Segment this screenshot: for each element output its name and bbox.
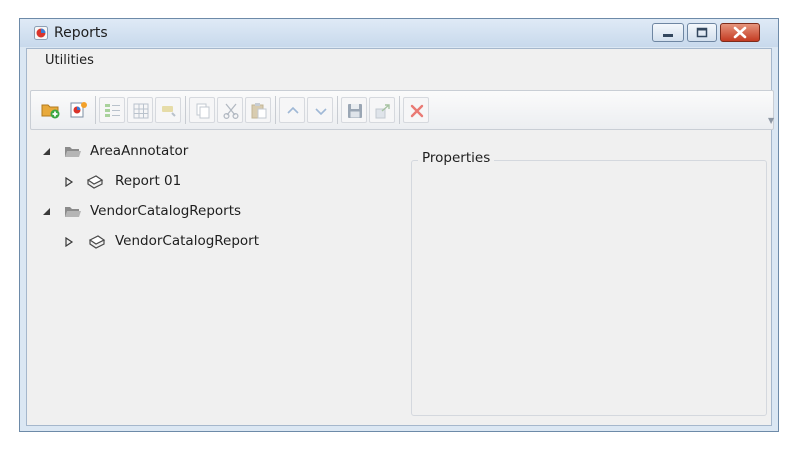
move-down-button[interactable] [307, 97, 333, 123]
add-folder-button[interactable] [37, 97, 63, 123]
list-view-button[interactable] [99, 97, 125, 123]
collapsed-arrow-icon[interactable] [64, 177, 74, 187]
delete-icon [410, 104, 424, 118]
close-button[interactable] [720, 23, 760, 42]
collapsed-arrow-icon[interactable] [64, 237, 74, 247]
new-report-button[interactable] [65, 97, 91, 123]
expanded-arrow-icon[interactable] [42, 147, 52, 157]
move-up-button[interactable] [279, 97, 305, 123]
minimize-icon [663, 34, 673, 37]
paste-icon [251, 103, 267, 119]
toolbar-separator [185, 96, 186, 124]
toolbar-separator [337, 96, 338, 124]
add-folder-icon [41, 104, 60, 119]
save-button[interactable] [341, 97, 367, 123]
title-bar[interactable]: Reports [20, 19, 778, 47]
delete-button[interactable] [403, 97, 429, 123]
report-icon [88, 235, 106, 249]
toolbar-overflow-icon[interactable]: ▼ [768, 116, 774, 125]
tree-node-label: VendorCatalogReports [90, 203, 242, 219]
expanded-arrow-icon[interactable] [42, 207, 52, 217]
move-down-icon [315, 108, 327, 116]
cut-button[interactable] [217, 97, 243, 123]
tree-node-label: Report 01 [115, 173, 182, 189]
minimize-button[interactable] [652, 23, 684, 42]
close-icon [733, 26, 747, 39]
link-button[interactable] [155, 97, 181, 123]
toolbar-separator [95, 96, 96, 124]
copy-button[interactable] [189, 97, 215, 123]
folder-icon [65, 147, 81, 157]
toolbar-separator [275, 96, 276, 124]
list-view-icon [105, 104, 120, 117]
tree-node-label: AreaAnnotator [90, 143, 189, 159]
grid-icon [133, 103, 149, 119]
toolbar-separator [399, 96, 400, 124]
export-button[interactable] [369, 97, 395, 123]
menu-utilities[interactable]: Utilities [45, 53, 94, 68]
toolbar: ▼ [30, 90, 774, 130]
grid-button[interactable] [127, 97, 153, 123]
window-title: Reports [54, 25, 108, 41]
app-icon [34, 26, 48, 40]
folder-icon [65, 207, 81, 217]
report-icon [86, 175, 104, 189]
copy-icon [196, 103, 210, 119]
export-icon [375, 104, 390, 119]
menu-bar: Utilities [27, 49, 771, 71]
maximize-button[interactable] [687, 23, 717, 42]
maximize-icon [696, 27, 708, 38]
new-report-icon [70, 102, 87, 118]
tree-node-label: VendorCatalogReport [115, 233, 260, 249]
properties-panel [411, 160, 767, 416]
paste-button[interactable] [245, 97, 271, 123]
move-up-icon [287, 106, 299, 114]
save-icon [348, 104, 362, 118]
properties-title: Properties [418, 150, 495, 166]
cut-icon [223, 103, 239, 120]
link-icon [162, 106, 176, 117]
